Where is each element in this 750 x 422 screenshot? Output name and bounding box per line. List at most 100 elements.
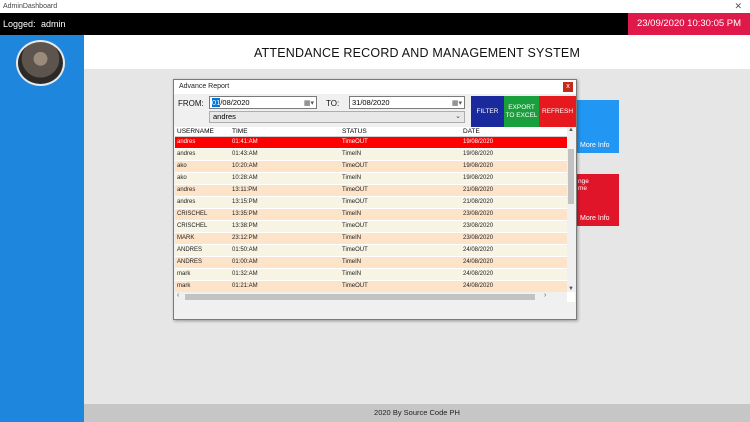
stat-card-blue: More Info (575, 100, 619, 153)
column-header-time[interactable]: TIME (232, 128, 248, 135)
horizontal-scrollbar[interactable]: ‹ › (175, 292, 567, 302)
column-header-username[interactable]: USERNAME (177, 128, 214, 135)
export-excel-button[interactable]: EXPORT TO EXCEL (504, 96, 539, 127)
page-title: ATTENDANCE RECORD AND MANAGEMENT SYSTEM (84, 35, 750, 69)
cell-date: 19/08/2020 (463, 163, 494, 169)
cell-username: ANDRES (177, 247, 203, 253)
window-title: AdminDashboard (3, 3, 58, 10)
refresh-button[interactable]: REFRESH (539, 96, 576, 127)
cell-time: 01:41:AM (232, 139, 258, 145)
calendar-dropdown-icon[interactable]: ▦▾ (304, 98, 314, 109)
cell-time: 10:28:AM (232, 175, 258, 181)
cell-status: TimeOUT (342, 199, 368, 205)
table-row[interactable]: mark 01:32:AM TimeIN 24/08/2020 (175, 269, 567, 281)
cell-username: mark (177, 283, 191, 289)
scroll-down-icon[interactable]: ▼ (568, 286, 574, 292)
cell-status: TimeIN (342, 271, 362, 277)
scroll-left-icon[interactable]: ‹ (177, 292, 179, 299)
window-titlebar: AdminDashboard ✕ (0, 0, 750, 13)
window-close-icon[interactable]: ✕ (734, 0, 742, 13)
table-row[interactable]: andres 13:11:PM TimeOUT 21/08/2020 (175, 185, 567, 197)
cell-username: CRISCHEL (177, 211, 208, 217)
cell-status: TimeOUT (342, 139, 368, 145)
table-row[interactable]: andres 01:43:AM TimeIN 19/08/2020 (175, 149, 567, 161)
from-date-picker[interactable]: 01/08/2020 ▦▾ (209, 96, 317, 109)
cell-date: 24/08/2020 (463, 271, 494, 277)
more-info-link[interactable]: More Info (580, 215, 610, 222)
avatar (16, 40, 65, 86)
cell-time: 10:20:AM (232, 163, 258, 169)
chevron-down-icon: ⌄ (455, 113, 461, 120)
cell-status: TimeIN (342, 211, 362, 217)
cell-time: 01:32:AM (232, 271, 258, 277)
to-date-picker[interactable]: 31/08/2020 ▦▾ (349, 96, 465, 109)
logged-label: Logged: (3, 19, 36, 29)
cell-date: 21/08/2020 (463, 199, 494, 205)
table-row[interactable]: ako 10:20:AM TimeOUT 19/08/2020 (175, 161, 567, 173)
cell-time: 13:35:PM (232, 211, 258, 217)
top-bar: Logged: admin 23/09/2020 10:30:05 PM (0, 13, 750, 35)
stat-card-red: nge me More Info (575, 174, 619, 226)
cell-status: TimeIN (342, 151, 362, 157)
vertical-scrollbar[interactable]: ▲ ▼ (567, 127, 575, 292)
card-partial-text: nge me (578, 178, 589, 192)
from-date-rest: /08/2020 (220, 98, 250, 107)
user-select[interactable]: andres ⌄ (209, 111, 465, 123)
from-label: FROM: (178, 99, 204, 108)
cell-username: ANDRES (177, 259, 203, 265)
report-grid[interactable]: USERNAME TIME STATUS DATE andres 01:41:AM… (175, 127, 575, 302)
cell-username: andres (177, 139, 196, 145)
logged-username: admin (41, 19, 66, 29)
cell-time: 13:38:PM (232, 223, 258, 229)
table-row[interactable]: CRISCHEL 13:38:PM TimeOUT 23/08/2020 (175, 221, 567, 233)
table-row[interactable]: CRISCHEL 13:35:PM TimeIN 23/08/2020 (175, 209, 567, 221)
cell-status: TimeIN (342, 235, 362, 241)
table-row[interactable]: ANDRES 01:00:AM TimeIN 24/08/2020 (175, 257, 567, 269)
scroll-right-icon[interactable]: › (544, 292, 546, 299)
scroll-thumb[interactable] (568, 149, 574, 204)
close-icon[interactable]: x (563, 82, 573, 92)
cell-date: 19/08/2020 (463, 139, 494, 145)
cell-status: TimeOUT (342, 187, 368, 193)
cell-date: 23/08/2020 (463, 223, 494, 229)
cell-time: 01:21:AM (232, 283, 258, 289)
column-header-status[interactable]: STATUS (342, 128, 367, 135)
scroll-thumb[interactable] (185, 294, 535, 300)
cell-time: 01:00:AM (232, 259, 258, 265)
cell-username: MARK (177, 235, 195, 241)
cell-date: 21/08/2020 (463, 187, 494, 193)
cell-username: andres (177, 187, 196, 193)
cell-date: 19/08/2020 (463, 151, 494, 157)
sidebar (0, 35, 84, 422)
cell-username: ako (177, 175, 187, 181)
column-header-date[interactable]: DATE (463, 128, 480, 135)
grid-header: USERNAME TIME STATUS DATE (175, 127, 567, 137)
cell-status: TimeOUT (342, 223, 368, 229)
more-info-link[interactable]: More Info (580, 142, 610, 149)
calendar-dropdown-icon[interactable]: ▦▾ (452, 98, 462, 109)
user-select-value: andres (213, 112, 236, 121)
cell-time: 13:15:PM (232, 199, 258, 205)
cell-username: andres (177, 199, 196, 205)
dialog-title: Advance Report (179, 83, 230, 90)
datetime-display: 23/09/2020 10:30:05 PM (628, 13, 750, 35)
table-row[interactable]: MARK 23:12:PM TimeIN 23/08/2020 (175, 233, 567, 245)
table-row[interactable]: andres 13:15:PM TimeOUT 21/08/2020 (175, 197, 567, 209)
cell-date: 19/08/2020 (463, 175, 494, 181)
table-row[interactable]: andres 01:41:AM TimeOUT 19/08/2020 (175, 137, 567, 149)
cell-username: mark (177, 271, 191, 277)
filter-button[interactable]: FILTER (471, 96, 504, 127)
cell-date: 24/08/2020 (463, 283, 494, 289)
cell-time: 23:12:PM (232, 235, 258, 241)
cell-date: 23/08/2020 (463, 235, 494, 241)
table-row[interactable]: ako 10:28:AM TimeIN 19/08/2020 (175, 173, 567, 185)
cell-username: CRISCHEL (177, 223, 208, 229)
dialog-titlebar: Advance Report x (174, 80, 576, 94)
advance-report-dialog: Advance Report x FROM: 01/08/2020 ▦▾ TO:… (173, 79, 577, 320)
cell-username: ako (177, 163, 187, 169)
table-row[interactable]: ANDRES 01:50:AM TimeOUT 24/08/2020 (175, 245, 567, 257)
cell-status: TimeOUT (342, 247, 368, 253)
cell-username: andres (177, 151, 196, 157)
cell-time: 13:11:PM (232, 187, 258, 193)
scroll-up-icon[interactable]: ▲ (568, 127, 574, 133)
